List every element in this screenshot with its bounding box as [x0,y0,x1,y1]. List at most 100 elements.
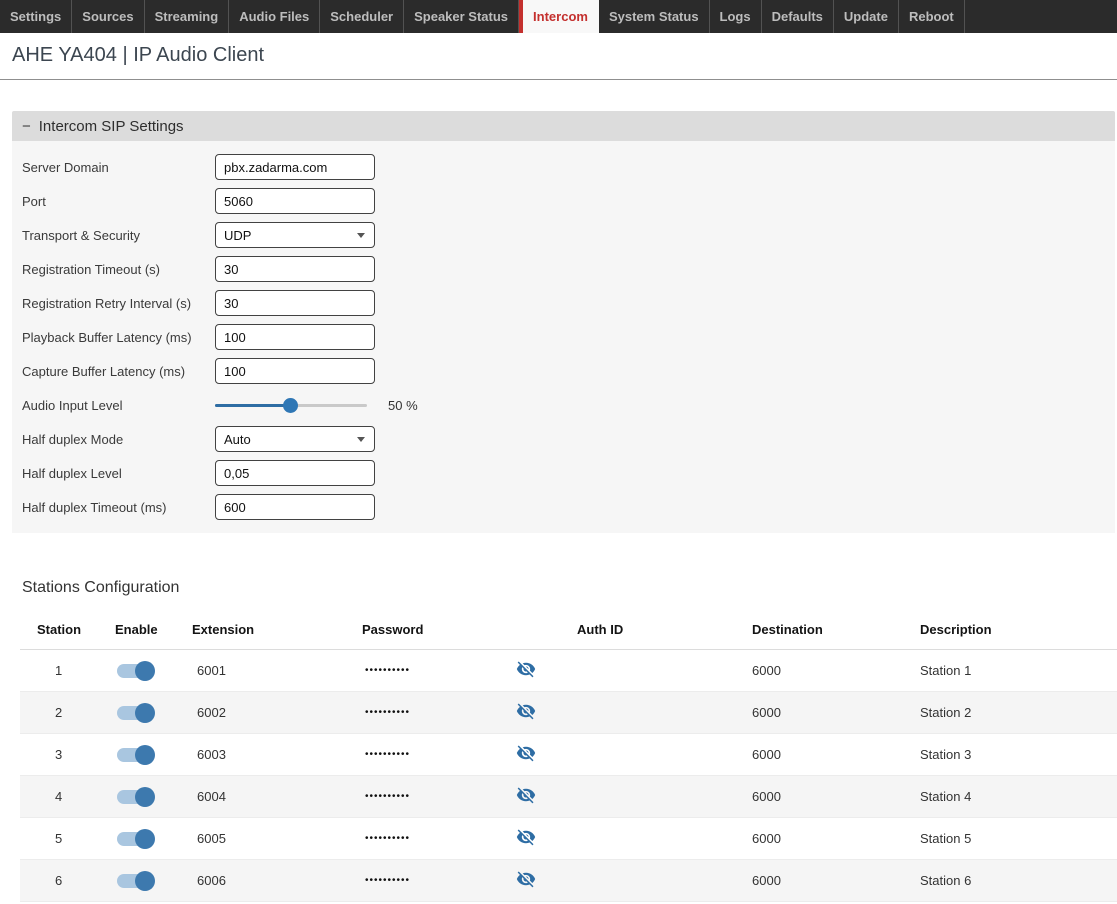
slider-fill [215,404,291,407]
extension-value: 6005 [192,831,362,846]
panel-body: Server Domain Port Transport & Security … [12,141,1115,533]
half-duplex-mode-select[interactable]: Auto [215,426,375,452]
field-label: Half duplex Mode [22,432,215,447]
panel-header-intercom-sip-settings[interactable]: − Intercom SIP Settings [12,111,1115,141]
password-visibility-toggle[interactable] [515,660,537,682]
extension-value: 6006 [192,873,362,888]
toggle-thumb [135,703,155,723]
server-domain-field[interactable] [215,154,375,180]
extension-value: 6004 [192,789,362,804]
collapse-minus-icon: − [22,118,31,135]
password-mask: •••••••••• [362,707,497,718]
chevron-down-icon [357,233,365,238]
field-label: Transport & Security [22,228,215,243]
destination-value: 6000 [738,789,908,804]
col-header-station: Station [37,622,115,637]
station-enable-toggle[interactable] [117,786,155,808]
station-enable-toggle[interactable] [117,660,155,682]
destination-value: 6000 [738,663,908,678]
top-navbar: Settings Sources Streaming Audio Files S… [0,0,1117,33]
password-visibility-toggle[interactable] [515,744,537,766]
tab-system-status[interactable]: System Status [599,0,710,33]
station-number: 3 [37,747,115,762]
eye-off-icon [516,785,536,808]
stations-table-header: Station Enable Extension Password Auth I… [20,609,1117,650]
field-label: Port [22,194,215,209]
station-number: 6 [37,873,115,888]
registration-retry-interval-field[interactable] [215,290,375,316]
description-value: Station 6 [908,873,1117,888]
select-value: Auto [224,432,251,447]
form-row: Half duplex Timeout (ms) [22,494,1115,520]
tab-sources[interactable]: Sources [72,0,144,33]
half-duplex-level-field[interactable] [215,460,375,486]
slider-thumb[interactable] [283,398,298,413]
password-visibility-toggle[interactable] [515,870,537,892]
eye-off-icon [516,659,536,682]
audio-input-level-value: 50 % [388,398,418,413]
toggle-thumb [135,745,155,765]
transport-security-select[interactable]: UDP [215,222,375,248]
capture-buffer-latency-field[interactable] [215,358,375,384]
extension-value: 6003 [192,747,362,762]
toggle-thumb [135,871,155,891]
description-value: Station 1 [908,663,1117,678]
password-visibility-toggle[interactable] [515,828,537,850]
half-duplex-timeout-field[interactable] [215,494,375,520]
password-mask: •••••••••• [362,833,497,844]
tab-defaults[interactable]: Defaults [762,0,834,33]
destination-value: 6000 [738,747,908,762]
form-row: Transport & Security UDP [22,222,1115,248]
stations-configuration-title: Stations Configuration [22,579,1117,597]
col-header-destination: Destination [738,622,908,637]
form-row: Audio Input Level 50 % [22,392,1115,418]
station-row-1: 1 6001 •••••••••• 6000 Station 1 [20,650,1117,692]
tab-settings[interactable]: Settings [0,0,72,33]
field-label: Registration Timeout (s) [22,262,215,277]
toggle-thumb [135,787,155,807]
field-label: Capture Buffer Latency (ms) [22,364,215,379]
registration-timeout-field[interactable] [215,256,375,282]
eye-off-icon [516,869,536,892]
form-row: Registration Retry Interval (s) [22,290,1115,316]
toggle-thumb [135,661,155,681]
tab-streaming[interactable]: Streaming [145,0,230,33]
col-header-password: Password [362,622,497,637]
station-enable-toggle[interactable] [117,744,155,766]
field-label: Registration Retry Interval (s) [22,296,215,311]
tab-update[interactable]: Update [834,0,899,33]
station-number: 5 [37,831,115,846]
extension-value: 6002 [192,705,362,720]
destination-value: 6000 [738,873,908,888]
eye-off-icon [516,743,536,766]
field-label: Half duplex Timeout (ms) [22,500,215,515]
playback-buffer-latency-field[interactable] [215,324,375,350]
col-header-enable: Enable [115,622,192,637]
extension-value: 6001 [192,663,362,678]
tab-speaker-status[interactable]: Speaker Status [404,0,519,33]
tab-audio-files[interactable]: Audio Files [229,0,320,33]
port-field[interactable] [215,188,375,214]
tab-logs[interactable]: Logs [710,0,762,33]
password-mask: •••••••••• [362,875,497,886]
tab-reboot[interactable]: Reboot [899,0,965,33]
password-mask: •••••••••• [362,749,497,760]
station-row-5: 5 6005 •••••••••• 6000 Station 5 [20,818,1117,860]
select-value: UDP [224,228,251,243]
destination-value: 6000 [738,705,908,720]
audio-input-level-slider[interactable] [215,398,367,413]
station-enable-toggle[interactable] [117,702,155,724]
tab-intercom[interactable]: Intercom [519,0,599,33]
station-enable-toggle[interactable] [117,828,155,850]
description-value: Station 3 [908,747,1117,762]
station-row-3: 3 6003 •••••••••• 6000 Station 3 [20,734,1117,776]
tab-scheduler[interactable]: Scheduler [320,0,404,33]
station-enable-toggle[interactable] [117,870,155,892]
password-mask: •••••••••• [362,665,497,676]
col-header-description: Description [908,622,1117,637]
password-visibility-toggle[interactable] [515,786,537,808]
chevron-down-icon [357,437,365,442]
station-row-6: 6 6006 •••••••••• 6000 Station 6 [20,860,1117,902]
password-visibility-toggle[interactable] [515,702,537,724]
col-header-extension: Extension [192,622,362,637]
